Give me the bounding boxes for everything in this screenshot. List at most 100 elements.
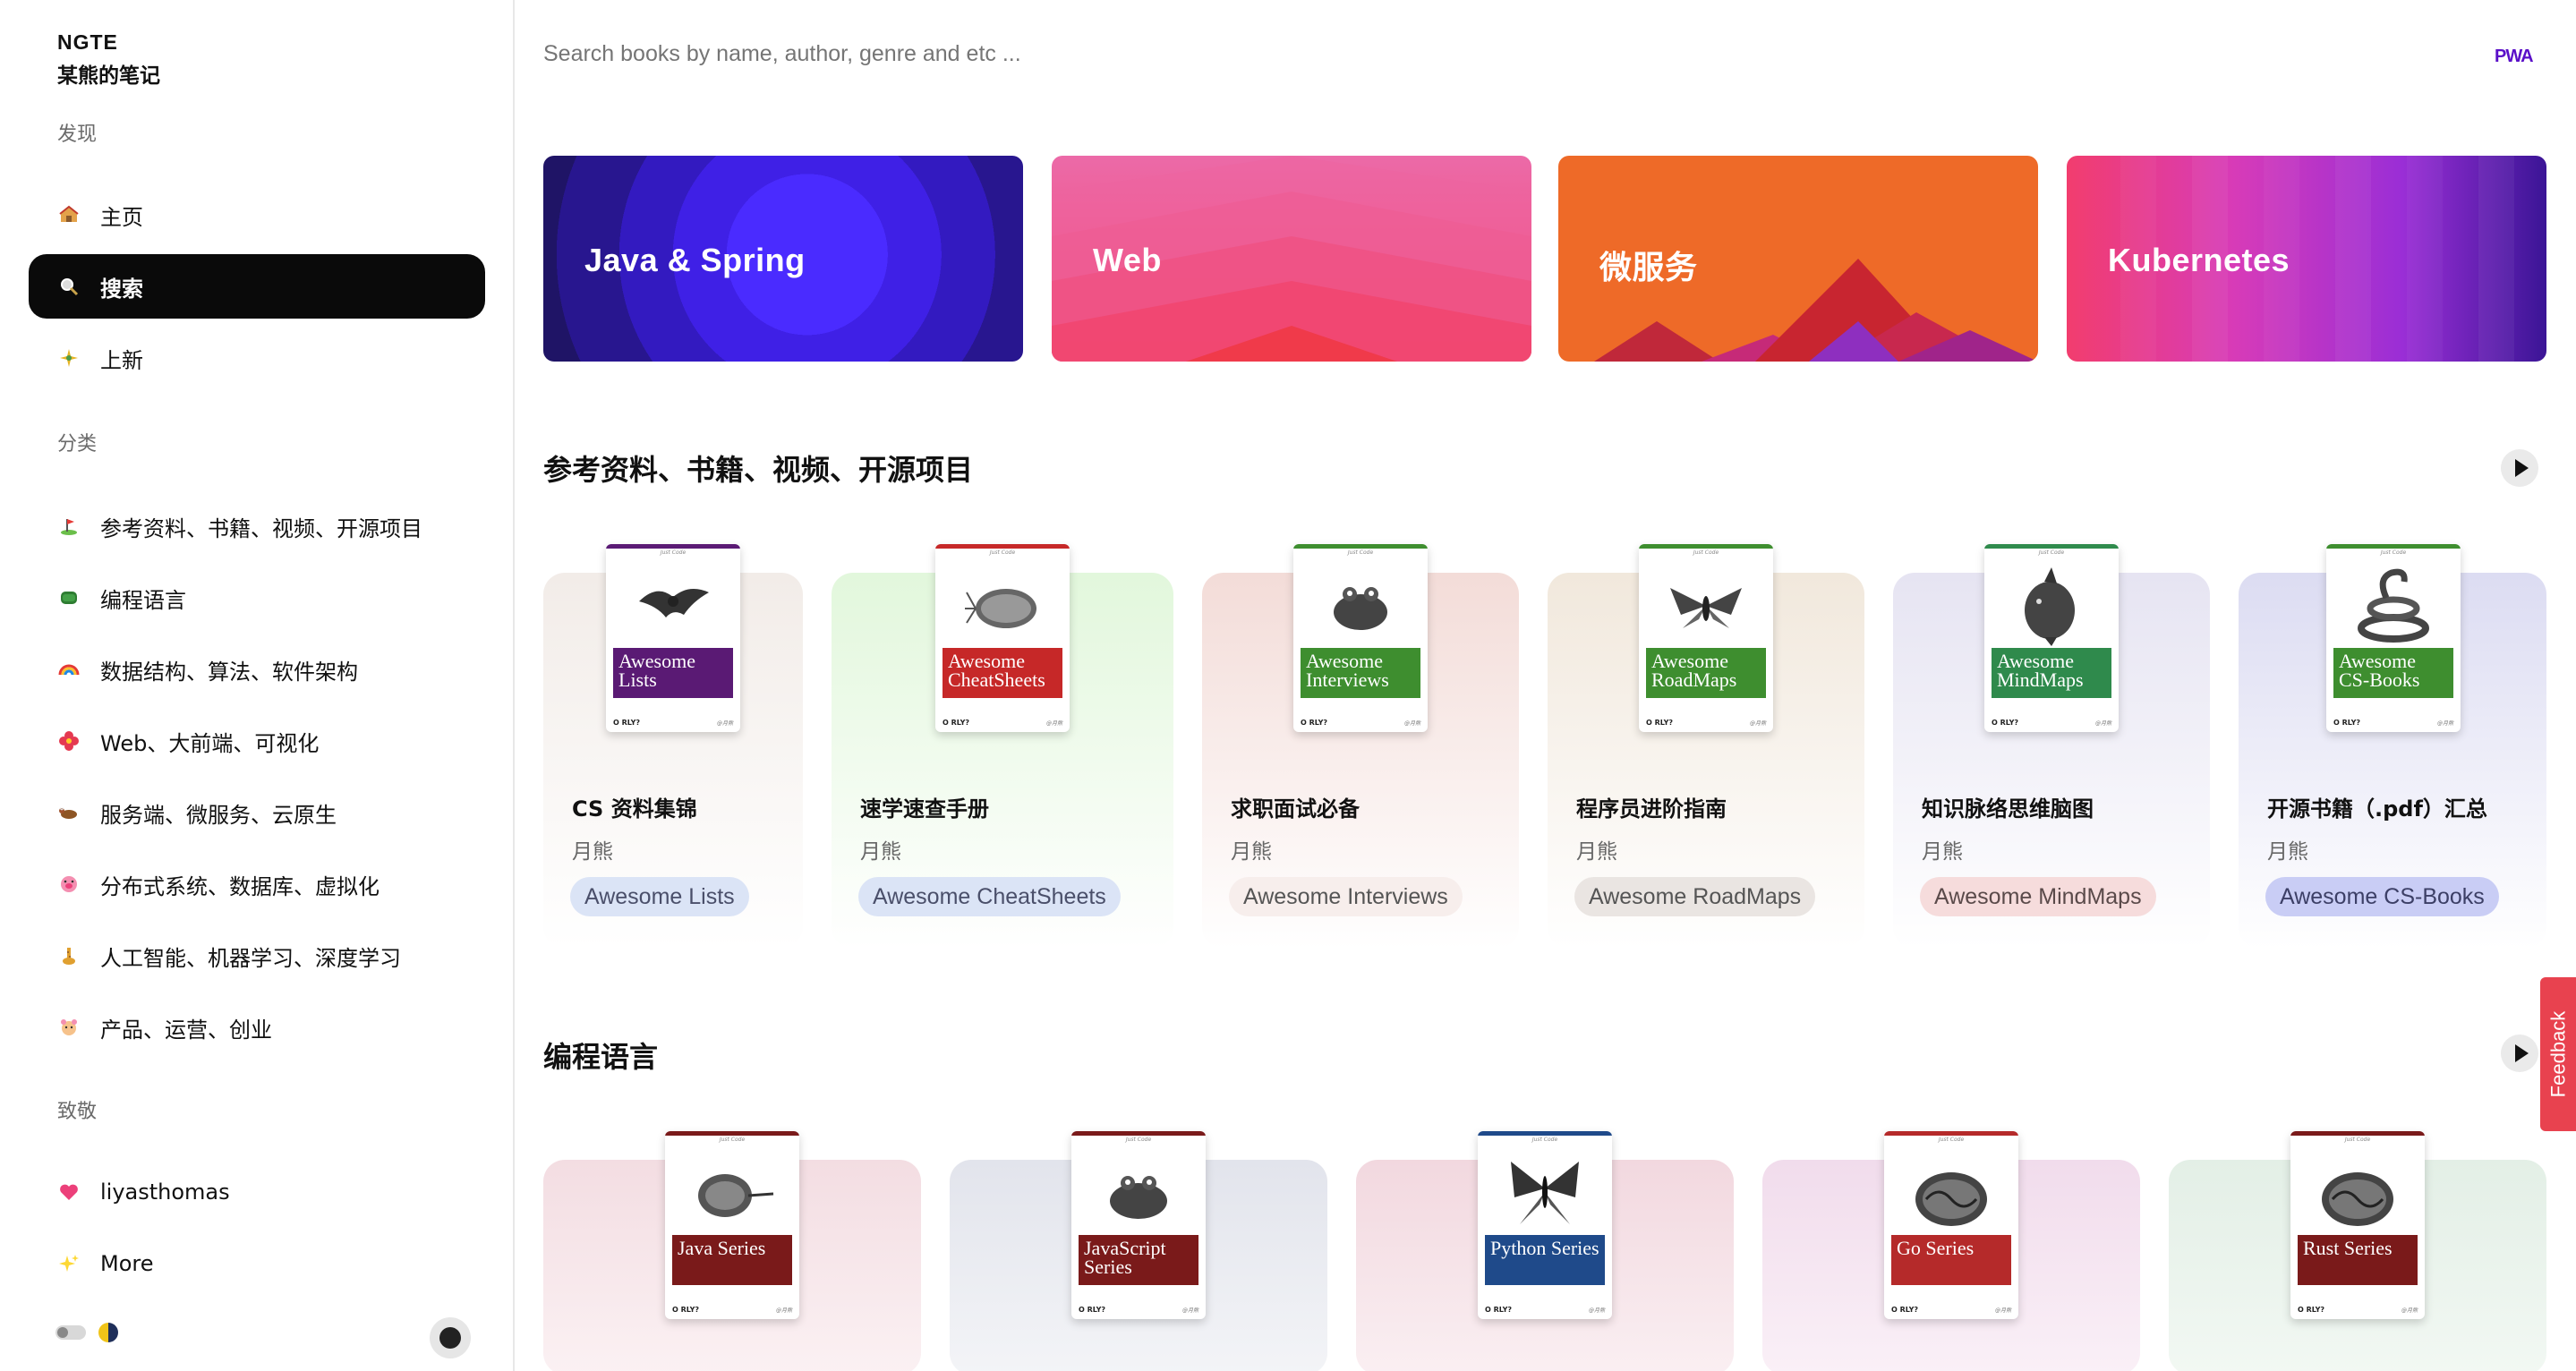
tag-chip[interactable]: Awesome CS-Books: [2265, 877, 2499, 916]
ox-icon: [57, 801, 81, 824]
sidebar-item-server[interactable]: 服务端、微服务、云原生: [29, 780, 485, 845]
sidebar-item-liyasthomas[interactable]: liyasthomas: [29, 1160, 485, 1224]
sidebar-item-distributed[interactable]: 分布式系统、数据库、虚拟化: [29, 852, 485, 916]
cover-author: @月熊: [1181, 1307, 1198, 1314]
cover-topbar: [606, 544, 740, 549]
pwa-badge: PWA: [2495, 47, 2534, 66]
sidebar-item-references[interactable]: 参考资料、书籍、视频、开源项目: [29, 494, 485, 558]
book-card-awesome-roadmaps[interactable]: Just Code Awesome RoadMaps O RLY? @月熊 程序…: [1548, 544, 1864, 949]
sidebar-item-label: Web、大前端、可视化: [100, 730, 320, 756]
banner-web[interactable]: Web: [1052, 156, 1531, 362]
book-card-rust-series[interactable]: Just Code Rust Series O RLY? @月熊: [2169, 1131, 2546, 1371]
banner-java-spring[interactable]: Java & Spring: [543, 156, 1023, 362]
tag-chip[interactable]: Awesome MindMaps: [1920, 877, 2156, 916]
cover-publisher: O RLY?: [613, 719, 641, 727]
cover-author: @月熊: [1403, 720, 1420, 727]
sidebar-item-web[interactable]: Web、大前端、可视化: [29, 709, 485, 773]
feedback-label: Feedback: [2546, 1010, 2569, 1098]
book-cover: Just Code Awesome RoadMaps O RLY? @月熊: [1639, 544, 1773, 732]
cover-author: @月熊: [1588, 1307, 1605, 1314]
book-card-java-series[interactable]: Just Code Java Series O RLY? @月熊: [543, 1131, 921, 1371]
cover-tagline: Just Code: [660, 549, 687, 556]
book-card-awesome-interviews[interactable]: Just Code Awesome Interviews O RLY? @月熊 …: [1202, 544, 1519, 949]
cover-tagline: Just Code: [1125, 1137, 1152, 1143]
card-author: 月熊: [2267, 840, 2308, 864]
sidebar-item-label: 分布式系统、数据库、虚拟化: [100, 873, 380, 899]
sidebar-item-label: liyasthomas: [100, 1179, 230, 1205]
book-card-awesome-cheatsheets[interactable]: Just Code Awesome CheatSheets O RLY? @月熊…: [832, 544, 1173, 949]
sidebar-item-home[interactable]: 主页: [29, 183, 485, 247]
search-input[interactable]: [543, 41, 1438, 67]
moth-icon: [1670, 588, 1742, 628]
book-cover: Just Code Awesome Interviews O RLY? @月熊: [1293, 544, 1428, 732]
butterfly-icon: [1511, 1162, 1579, 1224]
bat-icon: [639, 589, 709, 617]
book-card-go-series[interactable]: Just Code Go Series O RLY? @月熊: [1762, 1131, 2140, 1371]
github-button[interactable]: [430, 1317, 471, 1358]
cover-topbar: [1884, 1131, 2018, 1136]
cover-author: @月熊: [2401, 1307, 2418, 1314]
brand[interactable]: NGTE 某熊的笔记: [57, 30, 160, 89]
cover-author: @月熊: [716, 720, 733, 727]
sidebar-item-label: 上新: [100, 347, 143, 373]
sidebar-item-product[interactable]: 产品、运营、创业: [29, 995, 485, 1060]
sidebar-item-languages[interactable]: 编程语言: [29, 566, 485, 630]
cover-publisher: O RLY?: [1646, 719, 1674, 727]
book-card-awesome-lists[interactable]: Just Code Awesome Lists O RLY? @月熊 CS 资料…: [543, 544, 803, 949]
theme-toggle[interactable]: [55, 1325, 86, 1340]
banner-label: Java & Spring: [584, 242, 806, 278]
card-author: 月熊: [860, 840, 901, 864]
book-cover: Just Code Java Series O RLY? @月熊: [665, 1131, 799, 1319]
card-author: 月熊: [1576, 840, 1617, 864]
sea-cucumber-icon: [965, 589, 1036, 628]
tag-chip[interactable]: Awesome RoadMaps: [1574, 877, 1816, 916]
section-categories-title: 分类: [57, 433, 98, 456]
sidebar-item-label: More: [100, 1251, 154, 1276]
brain-coral-icon: [1915, 1172, 1987, 1226]
tag-chip[interactable]: Awesome CheatSheets: [858, 877, 1121, 916]
cover-title: Awesome MindMaps: [1992, 648, 2111, 698]
cover-title: Awesome Lists: [613, 648, 733, 698]
banner-kubernetes[interactable]: Kubernetes: [2067, 156, 2546, 362]
flower-icon: [57, 729, 81, 753]
cover-author: @月熊: [1045, 720, 1062, 727]
sidebar-item-more[interactable]: More: [29, 1231, 485, 1296]
book-card-python-series[interactable]: Just Code Python Series O RLY? @月熊: [1356, 1131, 1734, 1371]
section-references-play-button[interactable]: [2501, 449, 2538, 487]
sidebar-item-algorithms[interactable]: 数据结构、算法、软件架构: [29, 637, 485, 702]
cover-publisher: O RLY?: [1992, 719, 2019, 727]
cover-title: Python Series: [1485, 1235, 1605, 1285]
sidebar-item-label: 参考资料、书籍、视频、开源项目: [100, 515, 422, 541]
sidebar-item-ai[interactable]: 人工智能、机器学习、深度学习: [29, 924, 485, 988]
cover-tagline: Just Code: [1938, 1137, 1965, 1143]
sidebar-item-label: 搜索: [100, 276, 143, 302]
card-title: 知识脉络思维脑图: [1922, 796, 2094, 822]
book-cover: Just Code Awesome MindMaps O RLY? @月熊: [1984, 544, 2119, 732]
cover-topbar: [1984, 544, 2119, 549]
sidebar: NGTE 某熊的笔记 发现 主页 搜索 上新 分类 参考资料、书籍、视频、开源项…: [0, 0, 515, 1371]
banner-microservices[interactable]: 微服务: [1558, 156, 2038, 362]
giraffe-icon: [57, 944, 81, 967]
book-card-javascript-series[interactable]: Just Code JavaScript Series O RLY? @月熊: [950, 1131, 1327, 1371]
feedback-tab[interactable]: Feedback: [2540, 977, 2576, 1131]
book-cover: Just Code Awesome Lists O RLY? @月熊: [606, 544, 740, 732]
half-moon-icon[interactable]: [98, 1323, 118, 1342]
tag-chip[interactable]: Awesome Lists: [570, 877, 749, 916]
pig-icon: [57, 873, 81, 896]
sidebar-footer: [55, 1323, 118, 1342]
sparkle-icon: [57, 346, 81, 370]
database-icon: [57, 586, 81, 609]
book-card-awesome-mindmaps[interactable]: Just Code Awesome MindMaps O RLY? @月熊 知识…: [1893, 544, 2210, 949]
sidebar-item-new[interactable]: 上新: [29, 326, 485, 390]
book-cover: Just Code JavaScript Series O RLY? @月熊: [1071, 1131, 1206, 1319]
tag-chip[interactable]: Awesome Interviews: [1229, 877, 1463, 916]
brain-coral-icon: [2322, 1172, 2393, 1226]
horseshoe-crab-icon: [698, 1174, 774, 1217]
cover-topbar: [1071, 1131, 1206, 1136]
sidebar-item-label: 人工智能、机器学习、深度学习: [100, 945, 401, 971]
section-languages-play-button[interactable]: [2501, 1035, 2538, 1072]
golf-icon: [57, 515, 81, 538]
hamster-icon: [57, 1016, 81, 1039]
sidebar-item-search[interactable]: 搜索: [29, 254, 485, 319]
book-card-awesome-cs-books[interactable]: Just Code Awesome CS-Books O RLY? @月熊 开源…: [2239, 544, 2546, 949]
